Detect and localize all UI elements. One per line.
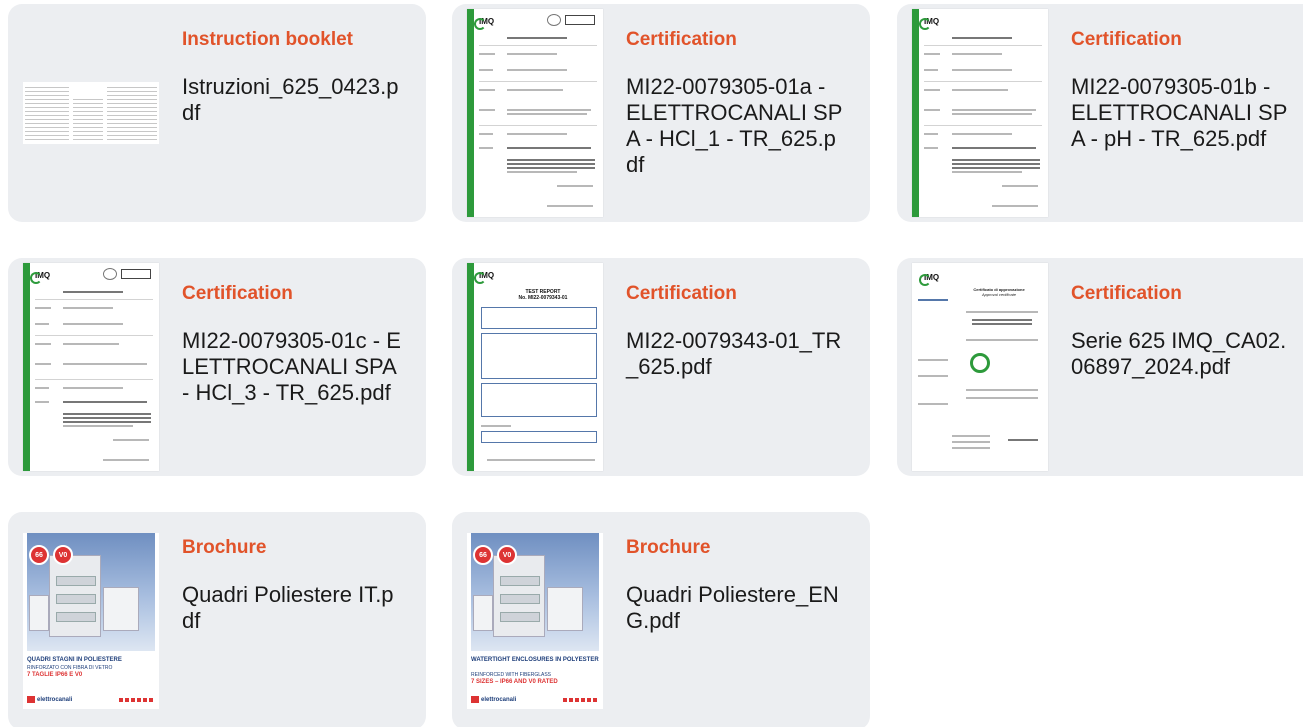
document-card-brochure-it[interactable]: 66 V0 QUADRI STAGNI IN POLIESTERE RINFOR… (8, 512, 426, 727)
booklet-page-preview (23, 82, 159, 144)
document-thumbnail: IMQ Certificato di approvazione Approval… (912, 263, 1048, 471)
ip66-badge-icon: 66 (29, 545, 49, 565)
brochure-accent: 7 TAGLIE IP66 E V0 (27, 672, 83, 678)
document-thumbnail (23, 9, 159, 217)
document-filename[interactable]: MI22-0079305-01a - ELETTROCANALI SPA - H… (626, 74, 846, 178)
imq-report-preview: IMQ (912, 9, 1048, 217)
ip66-badge-icon: 66 (473, 545, 493, 565)
document-thumbnail: 66 V0 QUADRI STAGNI IN POLIESTERE RINFOR… (23, 517, 159, 725)
imq-logo-icon: IMQ (919, 273, 950, 286)
brochure-headline: WATERTIGHT ENCLOSURES IN POLYESTER (471, 657, 599, 663)
document-category: Certification (1071, 283, 1182, 304)
document-card-cert-approval[interactable]: IMQ Certificato di approvazione Approval… (897, 258, 1303, 476)
document-category: Certification (1071, 29, 1182, 50)
document-filename[interactable]: Quadri Poliestere IT.pdf (182, 582, 402, 634)
brochure-headline: QUADRI STAGNI IN POLIESTERE (27, 657, 122, 663)
document-category: Instruction booklet (182, 29, 353, 50)
imq-logo-icon: IMQ (474, 271, 505, 284)
document-category: Certification (182, 283, 293, 304)
document-category: Certification (626, 29, 737, 50)
document-filename[interactable]: Quadri Poliestere_ENG.pdf (626, 582, 846, 634)
document-card-brochure-eng[interactable]: 66 V0 WATERTIGHT ENCLOSURES IN POLYESTER… (452, 512, 870, 727)
document-card-cert-01b[interactable]: IMQ Certification MI22-0079305-01b - ELE… (897, 4, 1303, 222)
document-thumbnail: IMQ (467, 9, 603, 217)
document-category: Brochure (182, 537, 267, 558)
imq-mark-icon (970, 353, 990, 373)
elettrocanali-logo-icon: elettrocanali (27, 695, 72, 703)
document-filename[interactable]: MI22-0079343-01_TR_625.pdf (626, 328, 846, 380)
imq-logo-icon: IMQ (30, 271, 61, 284)
document-thumbnail: 66 V0 WATERTIGHT ENCLOSURES IN POLYESTER… (467, 517, 603, 725)
certificate-subtitle: Approval certificate (981, 292, 1016, 297)
document-thumbnail: IMQ (23, 263, 159, 471)
document-filename[interactable]: Serie 625 IMQ_CA02.06897_2024.pdf (1071, 328, 1291, 380)
document-card-cert-01c[interactable]: IMQ Certification MI22-0079305-01c - ELE… (8, 258, 426, 476)
brochure-cover-preview: 66 V0 WATERTIGHT ENCLOSURES IN POLYESTER… (467, 533, 603, 709)
test-report-number: No. MI22-0079343-01 (518, 295, 568, 301)
document-grid: Instruction booklet Istruzioni_625_0423.… (0, 0, 1303, 727)
document-category: Certification (626, 283, 737, 304)
imq-report-preview: IMQ (467, 9, 603, 217)
brochure-accent: 7 SIZES – IP66 AND V0 RATED (471, 679, 558, 685)
imq-certificate-preview: IMQ Certificato di approvazione Approval… (912, 263, 1048, 471)
imq-report-preview: IMQ (23, 263, 159, 471)
document-card-cert-01a[interactable]: IMQ Certification MI22-0079305-01a - ELE… (452, 4, 870, 222)
document-card-booklet[interactable]: Instruction booklet Istruzioni_625_0423.… (8, 4, 426, 222)
brochure-cover-preview: 66 V0 QUADRI STAGNI IN POLIESTERE RINFOR… (23, 533, 159, 709)
v0-badge-icon: V0 (497, 545, 517, 565)
document-thumbnail: IMQ (912, 9, 1048, 217)
document-card-cert-test-report[interactable]: IMQ TEST REPORT No. MI22-0079343-01 Cert… (452, 258, 870, 476)
imq-logo-icon: IMQ (919, 17, 950, 30)
brochure-subline: REINFORCED WITH FIBERGLASS (471, 672, 552, 678)
document-filename[interactable]: MI22-0079305-01c - ELETTROCANALI SPA - H… (182, 328, 402, 406)
brochure-subline: RINFORZATO CON FIBRA DI VETRO (27, 665, 113, 671)
document-thumbnail: IMQ TEST REPORT No. MI22-0079343-01 (467, 263, 603, 471)
document-filename[interactable]: Istruzioni_625_0423.pdf (182, 74, 402, 126)
document-filename[interactable]: MI22-0079305-01b - ELETTROCANALI SPA - p… (1071, 74, 1291, 152)
v0-badge-icon: V0 (53, 545, 73, 565)
elettrocanali-logo-icon: elettrocanali (471, 695, 516, 703)
test-report-preview: IMQ TEST REPORT No. MI22-0079343-01 (467, 263, 603, 471)
document-category: Brochure (626, 537, 711, 558)
imq-logo-icon: IMQ (474, 17, 505, 30)
